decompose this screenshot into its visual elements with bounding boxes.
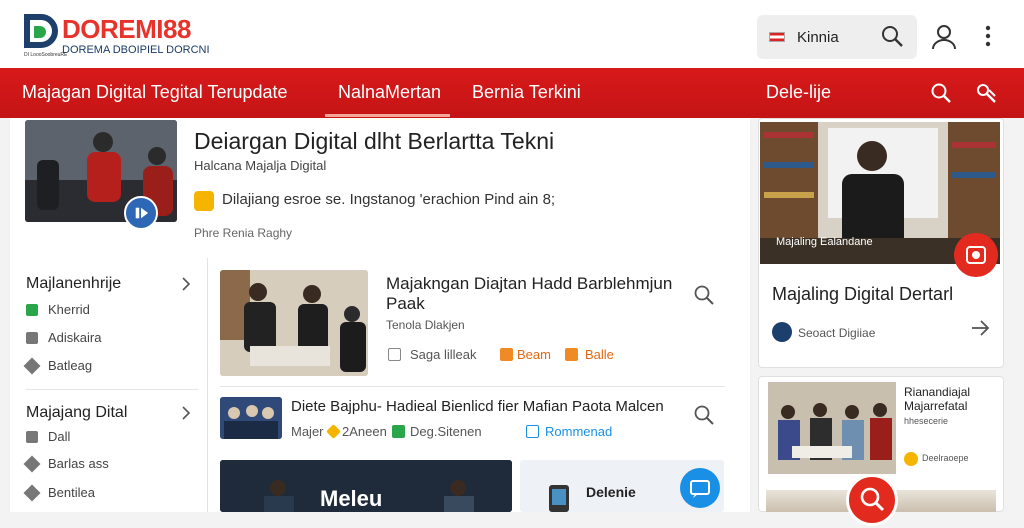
article-thumbnail[interactable] xyxy=(220,397,282,439)
article-meta: Balle xyxy=(585,347,614,362)
meeting-photo-icon xyxy=(220,270,368,376)
article-meta: Majer xyxy=(291,424,324,439)
sidebar-divider xyxy=(26,389,198,390)
language-label: Kinnia xyxy=(797,29,839,46)
featured-card-source: Seoact Digiiae xyxy=(798,326,876,340)
article-icon xyxy=(26,332,38,344)
article-meta: Deg.Sitenen xyxy=(410,424,482,439)
app-title: Delenie xyxy=(586,484,636,500)
article-thumbnail[interactable] xyxy=(220,270,368,376)
sidebar-item[interactable]: Bentilea xyxy=(48,485,95,500)
square-icon xyxy=(26,304,38,316)
secondary-card-image[interactable] xyxy=(768,382,896,474)
row-divider xyxy=(220,386,725,387)
bookmark-icon[interactable] xyxy=(526,425,539,438)
sidebar-item[interactable]: Barlas ass xyxy=(48,456,109,471)
fire-icon xyxy=(500,348,513,361)
source-logo-icon xyxy=(772,322,792,342)
nav-item-news[interactable]: Bernia Terkini xyxy=(472,82,581,103)
logo-icon[interactable] xyxy=(24,14,58,50)
camera-icon xyxy=(966,246,986,264)
chat-icon xyxy=(690,480,710,498)
share-icon[interactable] xyxy=(388,348,401,361)
video-thumbnail[interactable]: Meleu xyxy=(220,460,512,512)
video-overlay-text: Meleu xyxy=(320,486,383,511)
article-meta: Beam xyxy=(517,347,551,362)
top-header: DOREMI88 DOREMA DBOIPIEL DORCNI DI LoooS… xyxy=(0,0,1024,68)
arrow-right-icon[interactable] xyxy=(970,318,990,338)
nav-item-more[interactable]: Dele-lije xyxy=(766,82,831,103)
hero-meta: Dilajiang esroe se. Ingstanog 'erachion … xyxy=(222,191,556,208)
secondary-card-meta: Deelraoepe xyxy=(922,453,969,463)
hero-title[interactable]: Deiargan Digital dlht Berlartta Tekni xyxy=(194,128,554,155)
classroom-photo-icon xyxy=(768,382,896,474)
search-icon[interactable] xyxy=(693,284,715,306)
article-title[interactable]: Diete Bajphu- Hadieal Bienlicd fier Mafi… xyxy=(291,398,681,416)
sidebar-heading-1[interactable]: Majlanenhrije xyxy=(26,275,121,293)
search-icon[interactable] xyxy=(693,404,715,426)
hero-byline: Phre Renia Raghy xyxy=(194,226,293,240)
sidebar-item[interactable]: Batleag xyxy=(48,358,92,373)
group-photo-icon xyxy=(220,397,282,439)
nav-zoom-icon[interactable] xyxy=(975,82,997,104)
live-badge[interactable] xyxy=(954,233,998,277)
search-icon[interactable] xyxy=(880,24,904,48)
search-icon xyxy=(860,487,885,512)
sidebar-item[interactable]: Dall xyxy=(48,429,70,444)
image-caption: Majaling Ealandane xyxy=(776,236,873,248)
article-meta: Rommenad xyxy=(545,424,613,439)
user-icon[interactable] xyxy=(931,24,957,50)
article-source: Tenola Dlakjen xyxy=(386,318,465,332)
sidebar-heading-2[interactable]: Majajang Dital xyxy=(26,404,127,422)
nav-item-home[interactable]: Majagan Digital Tegital Terupdate xyxy=(22,82,288,103)
audio-icon xyxy=(194,191,214,211)
nav-search-icon[interactable] xyxy=(930,82,952,104)
play-icon[interactable] xyxy=(124,196,158,230)
nav-item-active[interactable]: NalnaMertan xyxy=(338,82,441,103)
brand-tagline: DOREMA DBOIPIEL DORCNI xyxy=(62,44,210,56)
article-meta: 2Aneen xyxy=(342,424,387,439)
chevron-right-icon[interactable] xyxy=(181,277,191,291)
bookmark-icon[interactable] xyxy=(565,348,578,361)
secondary-card-subtitle: hhesecerie xyxy=(904,416,949,426)
check-icon xyxy=(392,425,405,438)
more-vertical-icon[interactable] xyxy=(978,24,998,48)
source-logo-icon xyxy=(904,452,918,466)
hero-subtitle: Halcana Majalja Digital xyxy=(194,158,327,173)
brand-name[interactable]: DOREMI88 xyxy=(62,14,191,45)
brand-small-text: DI LoooSoobreuRE xyxy=(24,52,68,58)
sidebar xyxy=(10,258,208,512)
flag-icon xyxy=(769,32,785,42)
link-icon xyxy=(26,431,38,443)
sidebar-item[interactable]: Kherrid xyxy=(48,302,90,317)
main-nav: Majagan Digital Tegital Terupdate NalnaM… xyxy=(0,68,1024,118)
nav-active-indicator xyxy=(325,114,450,117)
article-title[interactable]: Majakngan Diajtan Hadd Barblehmjun Paak xyxy=(386,274,676,314)
featured-card-title[interactable]: Majaling Digital Dertarl xyxy=(772,284,972,304)
sidebar-item[interactable]: Adiskaira xyxy=(48,330,101,345)
article-meta: Saga lilleak xyxy=(410,347,477,362)
chevron-right-icon[interactable] xyxy=(181,406,191,420)
secondary-card-title[interactable]: Rianandiajal Majarrefatal xyxy=(904,385,1000,413)
phone-icon xyxy=(549,485,569,512)
floating-search-button[interactable] xyxy=(846,474,898,526)
chat-button[interactable] xyxy=(680,468,720,508)
